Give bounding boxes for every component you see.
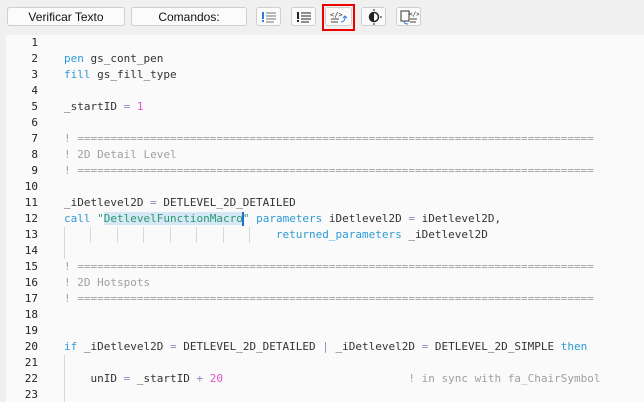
code-editor[interactable]: 1 2 pen gs_cont_pen 3 fill gs_fill_type 4 5 _st… bbox=[6, 35, 644, 402]
line-code: ! ======================================… bbox=[64, 291, 594, 307]
line-code: fill gs_fill_type bbox=[64, 67, 177, 83]
line-number: 14 bbox=[24, 244, 38, 257]
code-token-kw: if bbox=[64, 340, 78, 353]
line-code: call "DetlevelFunctionMacro" parameters … bbox=[64, 211, 501, 227]
code-token-str: " bbox=[97, 212, 104, 225]
code-token-kw: then bbox=[560, 340, 588, 353]
line-number: 1 bbox=[31, 36, 38, 49]
line-code: returned_parameters _iDetlevel2D bbox=[64, 227, 488, 243]
code-token-t: iDetlevel2D bbox=[322, 212, 409, 225]
indent-guide bbox=[64, 227, 65, 243]
code-token-t: DETLEVEL_2D_SIMPLE bbox=[428, 340, 561, 353]
indent-guide bbox=[249, 227, 251, 243]
line-number: 19 bbox=[24, 324, 38, 337]
line-number: 7 bbox=[31, 132, 38, 145]
code-token-cm: ! ======================================… bbox=[64, 260, 594, 273]
code-token-t: _startID bbox=[130, 372, 197, 385]
line-code: ! ======================================… bbox=[64, 163, 594, 179]
indent-guide bbox=[143, 227, 145, 243]
line-number: 21 bbox=[24, 356, 38, 369]
theme-toggle-icon[interactable] bbox=[361, 7, 386, 26]
indent-guide bbox=[169, 227, 171, 243]
commands-button[interactable]: Comandos: bbox=[131, 7, 247, 26]
line-number: 6 bbox=[31, 116, 38, 129]
code-token-t: _iDetlevel2D bbox=[64, 196, 151, 209]
line-number: 5 bbox=[31, 100, 38, 113]
code-token-kw: fill bbox=[64, 68, 91, 81]
warning-list-icon[interactable] bbox=[291, 7, 316, 26]
indent-guide bbox=[196, 227, 198, 243]
error-list-icon[interactable] bbox=[256, 7, 281, 26]
line-number: 20 bbox=[24, 340, 38, 353]
code-token-t bbox=[203, 372, 210, 385]
code-token-sel: DetlevelFunctionMacro bbox=[103, 212, 243, 225]
svg-text:</>: </> bbox=[409, 11, 419, 18]
code-token-t: DETLEVEL_2D_DETAILED bbox=[176, 340, 323, 353]
line-number: 2 bbox=[31, 52, 38, 65]
code-token-t: gs_cont_pen bbox=[83, 52, 164, 65]
code-token-t bbox=[130, 100, 137, 113]
line-code: ! 2D Detail Level bbox=[64, 147, 177, 163]
code-token-t bbox=[223, 372, 408, 385]
code-token-op: = bbox=[169, 340, 177, 353]
line-code: ! ======================================… bbox=[64, 259, 594, 275]
code-token-cm: ! ======================================… bbox=[64, 132, 594, 145]
line-number: 12 bbox=[24, 212, 38, 225]
insert-snippet-icon[interactable]: </> bbox=[396, 7, 421, 26]
code-token-t: _iDetlevel2D bbox=[401, 228, 488, 241]
code-token-t: iDetlevel2D, bbox=[415, 212, 502, 225]
line-code: pen gs_cont_pen bbox=[64, 51, 163, 67]
line-number: 9 bbox=[31, 164, 38, 177]
code-token-t: gs_fill_type bbox=[90, 68, 177, 81]
line-number: 17 bbox=[24, 292, 38, 305]
indent-guide bbox=[64, 355, 65, 402]
line-code: _startID = 1 bbox=[64, 99, 143, 115]
line-number: 23 bbox=[24, 388, 38, 401]
code-token-num: 1 bbox=[136, 100, 144, 113]
code-token-t: _iDetlevel2D bbox=[77, 340, 170, 353]
code-token-kw: returned_parameters bbox=[275, 228, 402, 241]
code-token-cm: ! ======================================… bbox=[64, 164, 594, 177]
line-number: 18 bbox=[24, 308, 38, 321]
line-number: 11 bbox=[24, 196, 38, 209]
line-number: 3 bbox=[31, 68, 38, 81]
line-number: 10 bbox=[24, 180, 38, 193]
indent-guide bbox=[222, 227, 224, 243]
indent-guide bbox=[90, 227, 92, 243]
line-number: 8 bbox=[31, 148, 38, 161]
line-code: _iDetlevel2D = DETLEVEL_2D_DETAILED bbox=[64, 195, 296, 211]
code-token-cm: ! in sync with fa_ChairSymbol bbox=[408, 372, 601, 385]
line-number: 15 bbox=[24, 260, 38, 273]
line-number: 13 bbox=[24, 228, 38, 241]
code-token-cm: ! 2D Hotspots bbox=[64, 276, 151, 289]
indent-guide bbox=[64, 243, 65, 259]
line-number: 22 bbox=[24, 372, 38, 385]
line-code: unID = _startID + 20 ! in sync with fa_C… bbox=[64, 371, 600, 387]
code-token-kw: parameters bbox=[256, 212, 323, 225]
code-token-op: | bbox=[322, 340, 329, 353]
code-token-cm: ! 2D Detail Level bbox=[64, 148, 177, 161]
indent-guide bbox=[116, 227, 118, 243]
code-token-kw: call bbox=[64, 212, 91, 225]
code-token-num: 20 bbox=[209, 372, 223, 385]
highlight-box bbox=[322, 4, 355, 31]
code-token-kw: pen bbox=[64, 52, 84, 65]
code-token-t: _iDetlevel2D bbox=[328, 340, 422, 353]
line-code: ! ======================================… bbox=[64, 131, 594, 147]
code-token-op: = bbox=[150, 196, 157, 209]
code-token-t: _startID bbox=[64, 100, 124, 113]
line-code: ! 2D Hotspots bbox=[64, 275, 150, 291]
code-token-cm: ! ======================================… bbox=[64, 292, 594, 305]
verify-text-button[interactable]: Verificar Texto bbox=[7, 7, 125, 26]
code-token-t: unID bbox=[64, 372, 124, 385]
line-number: 4 bbox=[31, 84, 38, 97]
line-number: 16 bbox=[24, 276, 38, 289]
code-token-t: DETLEVEL_2D_DETAILED bbox=[156, 196, 296, 209]
line-code: if _iDetlevel2D = DETLEVEL_2D_DETAILED |… bbox=[64, 339, 587, 355]
